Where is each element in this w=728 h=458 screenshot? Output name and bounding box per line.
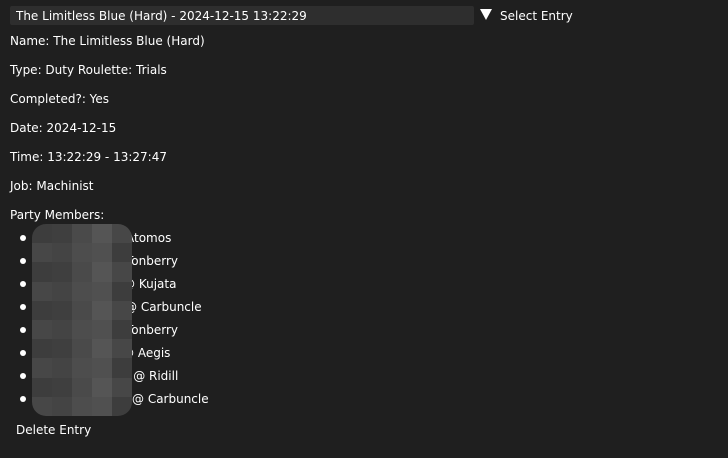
redaction-cell bbox=[72, 243, 92, 263]
bullet-icon bbox=[20, 235, 26, 241]
redaction-cell bbox=[112, 243, 132, 263]
entry-date: Date: 2024-12-15 bbox=[10, 121, 117, 135]
dropdown-arrow-icon[interactable] bbox=[480, 9, 492, 20]
redaction-cell bbox=[72, 300, 92, 320]
redaction-cell bbox=[52, 300, 72, 320]
redaction-cell bbox=[92, 339, 112, 359]
bullet-icon bbox=[20, 327, 26, 333]
redaction-cell bbox=[52, 262, 72, 282]
redaction-cell bbox=[32, 243, 52, 263]
bullet-icon bbox=[20, 258, 26, 264]
redaction-cell bbox=[32, 320, 52, 340]
redaction-cell bbox=[92, 262, 112, 282]
redaction-cell bbox=[112, 281, 132, 301]
redaction-cell bbox=[112, 339, 132, 359]
redaction-cell bbox=[32, 262, 52, 282]
redaction-cell bbox=[72, 224, 92, 244]
redaction-cell bbox=[32, 281, 52, 301]
redaction-cell bbox=[52, 396, 72, 416]
redaction-cell bbox=[32, 377, 52, 397]
redaction-cell bbox=[112, 320, 132, 340]
entry-job: Job: Machinist bbox=[10, 179, 94, 193]
entry-selector-label: Select Entry bbox=[500, 9, 573, 23]
entry-selector-value: The Limitless Blue (Hard) - 2024-12-15 1… bbox=[16, 8, 307, 23]
redaction-cell bbox=[92, 377, 112, 397]
bullet-icon bbox=[20, 396, 26, 402]
redaction-cell bbox=[92, 243, 112, 263]
redaction-cell bbox=[52, 358, 72, 378]
entry-completed: Completed?: Yes bbox=[10, 92, 110, 106]
redaction-cell bbox=[72, 396, 92, 416]
entry-time: Time: 13:22:29 - 13:27:47 bbox=[10, 150, 167, 164]
redaction-cell bbox=[52, 224, 72, 244]
redaction-cell bbox=[92, 358, 112, 378]
redaction-cell bbox=[112, 224, 132, 244]
redaction-cell bbox=[92, 320, 112, 340]
redaction-cell bbox=[112, 377, 132, 397]
redaction-mosaic bbox=[32, 224, 132, 416]
redaction-cell bbox=[92, 396, 112, 416]
entry-type: Type: Duty Roulette: Trials bbox=[10, 63, 167, 77]
redaction-cell bbox=[112, 262, 132, 282]
redaction-cell bbox=[92, 224, 112, 244]
redaction-cell bbox=[32, 358, 52, 378]
redaction-cell bbox=[52, 320, 72, 340]
bullet-icon bbox=[20, 281, 26, 287]
redaction-cell bbox=[32, 300, 52, 320]
redaction-cell bbox=[32, 339, 52, 359]
redaction-cell bbox=[72, 262, 92, 282]
delete-entry-button[interactable]: Delete Entry bbox=[10, 421, 97, 440]
bullet-icon bbox=[20, 350, 26, 356]
redaction-cell bbox=[92, 300, 112, 320]
party-members-heading: Party Members: bbox=[10, 208, 105, 222]
redaction-cell bbox=[72, 377, 92, 397]
redaction-cell bbox=[72, 281, 92, 301]
redaction-cell bbox=[52, 243, 72, 263]
bullet-icon bbox=[20, 304, 26, 310]
redaction-cell bbox=[72, 320, 92, 340]
redaction-cell bbox=[52, 377, 72, 397]
redaction-cell bbox=[72, 358, 92, 378]
redaction-cell bbox=[52, 339, 72, 359]
redaction-cell bbox=[112, 358, 132, 378]
entry-name: Name: The Limitless Blue (Hard) bbox=[10, 34, 205, 48]
entry-selector-combo[interactable]: The Limitless Blue (Hard) - 2024-12-15 1… bbox=[10, 6, 474, 25]
redaction-cell bbox=[72, 339, 92, 359]
redaction-cell bbox=[32, 224, 52, 244]
redaction-cell bbox=[92, 281, 112, 301]
redaction-cell bbox=[112, 300, 132, 320]
bullet-icon bbox=[20, 373, 26, 379]
redaction-cell bbox=[52, 281, 72, 301]
